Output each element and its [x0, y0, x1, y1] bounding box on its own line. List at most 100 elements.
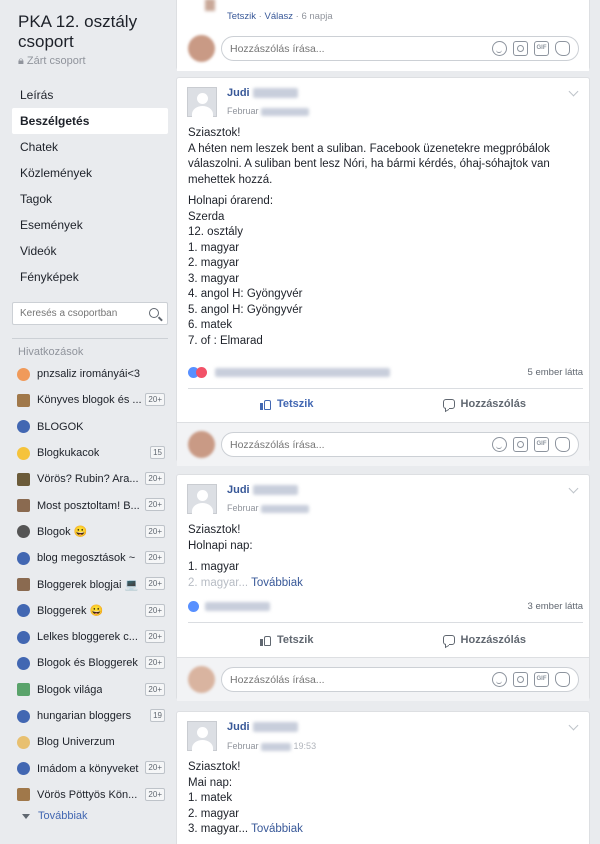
pencil-icon: [17, 367, 30, 381]
reactions-row: 5 ember látta: [188, 365, 583, 381]
group-search: [12, 302, 168, 325]
post-line: 3. magyar... Továbbiak: [188, 823, 303, 835]
comment-input[interactable]: [230, 672, 480, 688]
nav-item-kozlemenyek[interactable]: Közlemények: [12, 160, 168, 186]
love-reaction-icon: [196, 367, 207, 378]
avatar[interactable]: [187, 484, 217, 515]
shortcut-label: Könyves blogok és ...: [37, 394, 142, 407]
emoji-icon[interactable]: [492, 672, 507, 687]
shortcut-link[interactable]: Blogok világa 20+: [17, 677, 167, 703]
chevron-down-icon: [22, 813, 30, 819]
post-author[interactable]: Judi: [227, 484, 298, 496]
shortcut-label: Vörös Pöttyös Kön...: [37, 788, 138, 801]
comment-like-link[interactable]: Tetszik: [227, 11, 256, 22]
shortcut-label: hungarian bloggers: [37, 710, 132, 722]
post-options-chevron-icon[interactable]: [568, 86, 579, 97]
shortcut-link[interactable]: Bloggerek 😀 20+: [17, 598, 167, 624]
unread-count-badge: 19: [150, 708, 165, 722]
comment-input[interactable]: [230, 437, 480, 453]
divider: [188, 388, 583, 389]
shortcut-link[interactable]: pnzsaliz irományái<3: [17, 361, 167, 387]
post-line: 1. magyar: [188, 561, 240, 573]
shortcut-link[interactable]: Blogok 😀 20+: [17, 519, 167, 545]
sticker-icon[interactable]: [555, 41, 570, 56]
cup-icon: [17, 578, 30, 592]
nav-item-esemenyek[interactable]: Események: [12, 212, 168, 238]
shortcut-label: BLOGOK: [37, 420, 84, 433]
divider: [188, 622, 583, 623]
group-icon: [17, 762, 30, 776]
gif-icon[interactable]: GIF: [534, 41, 549, 56]
post-author[interactable]: Judi: [227, 721, 298, 733]
cup-icon: [17, 499, 30, 513]
like-button[interactable]: Tetszik: [188, 627, 386, 653]
nav-item-leiras[interactable]: Leírás: [12, 82, 168, 108]
emoji-icon[interactable]: [492, 41, 507, 56]
comment-input[interactable]: [230, 41, 480, 57]
sticker-icon[interactable]: [555, 437, 570, 452]
shortcut-link[interactable]: Lelkes bloggerek c... 20+: [17, 624, 167, 650]
gif-icon[interactable]: GIF: [534, 437, 549, 452]
shortcut-link[interactable]: BLOGOK: [17, 414, 167, 440]
shortcut-link[interactable]: Imádom a könyveket 20+: [17, 755, 167, 781]
group-icon: [17, 709, 30, 723]
seen-count[interactable]: 3 ember látta: [528, 601, 583, 612]
nav-item-chatek[interactable]: Chatek: [12, 134, 168, 160]
post-date[interactable]: Februar: [227, 503, 310, 513]
gif-icon[interactable]: GIF: [534, 672, 549, 687]
comment-reply-link[interactable]: Válasz: [265, 11, 294, 22]
reaction-icons[interactable]: [188, 367, 390, 378]
camera-icon[interactable]: [513, 672, 528, 687]
camera-icon[interactable]: [513, 437, 528, 452]
see-more-link[interactable]: Továbbiak: [251, 577, 303, 589]
thumbs-up-icon: [260, 635, 271, 646]
shortcut-link[interactable]: blog megosztások ~ 20+: [17, 545, 167, 571]
shortcut-link[interactable]: Most posztoltam! B... 20+: [17, 492, 167, 518]
post-body: Sziasztok! A héten nem leszek bent a sul…: [188, 126, 583, 349]
shortcut-link[interactable]: Könyves blogok és ... 20+: [17, 387, 167, 413]
post-options-chevron-icon[interactable]: [568, 720, 579, 731]
camera-icon[interactable]: [513, 41, 528, 56]
reactions-row: 3 ember látta: [188, 599, 583, 615]
search-icon[interactable]: [149, 308, 159, 318]
shortcut-link[interactable]: Bloggerek blogjai 💻 20+: [17, 571, 167, 597]
shortcut-link[interactable]: Blogok és Bloggerek 20+: [17, 650, 167, 676]
group-icon: [17, 604, 30, 618]
composer-avatar: [188, 35, 215, 62]
post-greeting: Sziasztok!: [188, 127, 241, 139]
post-line: 6. matek: [188, 319, 233, 331]
nav-item-tagok[interactable]: Tagok: [12, 186, 168, 212]
emoji-icon[interactable]: [492, 437, 507, 452]
shortcut-label: Lelkes bloggerek c...: [37, 631, 138, 644]
avatar[interactable]: [187, 721, 217, 752]
comment-button[interactable]: Hozzászólás: [386, 627, 584, 653]
shortcut-label: Vörös? Rubin? Ara...: [37, 473, 139, 486]
post-author[interactable]: Judi: [227, 87, 298, 99]
sticker-icon[interactable]: [555, 672, 570, 687]
group-name[interactable]: PKA 12. osztály csoport: [18, 12, 168, 52]
nav-item-beszelgetes[interactable]: Beszélgetés: [12, 108, 168, 134]
shortcut-link[interactable]: Blogkukacok 15: [17, 440, 167, 466]
post-line: 2. magyar: [188, 807, 240, 820]
reaction-icons[interactable]: [188, 601, 270, 612]
post-line: 3. magyar: [188, 272, 240, 285]
avatar[interactable]: [187, 87, 217, 118]
post-line: 12. osztály: [188, 226, 243, 238]
group-search-input[interactable]: [13, 303, 139, 324]
seen-count[interactable]: 5 ember látta: [528, 367, 583, 378]
see-more-link[interactable]: Továbbiak: [251, 823, 303, 835]
shortcut-link[interactable]: Blog Univerzum: [17, 729, 167, 755]
more-links-button[interactable]: Továbbiak: [22, 810, 88, 822]
shortcut-link[interactable]: hungarian bloggers 19: [17, 703, 167, 729]
post-date[interactable]: Februar 19:53: [227, 741, 316, 751]
post-line: 4. angol H: Gyöngyvér: [188, 288, 303, 300]
post-options-chevron-icon[interactable]: [568, 483, 579, 494]
like-button[interactable]: Tetszik: [188, 391, 386, 417]
links-header: Hivatkozások: [18, 346, 84, 358]
shortcut-link[interactable]: Vörös? Rubin? Ara... 20+: [17, 466, 167, 492]
shortcut-link[interactable]: Vörös Pöttyös Kön... 20+: [17, 782, 167, 808]
nav-item-videok[interactable]: Videók: [12, 238, 168, 264]
comment-button[interactable]: Hozzászólás: [386, 391, 584, 417]
post-date[interactable]: Februar: [227, 106, 310, 116]
nav-item-fenykepek[interactable]: Fényképek: [12, 264, 168, 290]
